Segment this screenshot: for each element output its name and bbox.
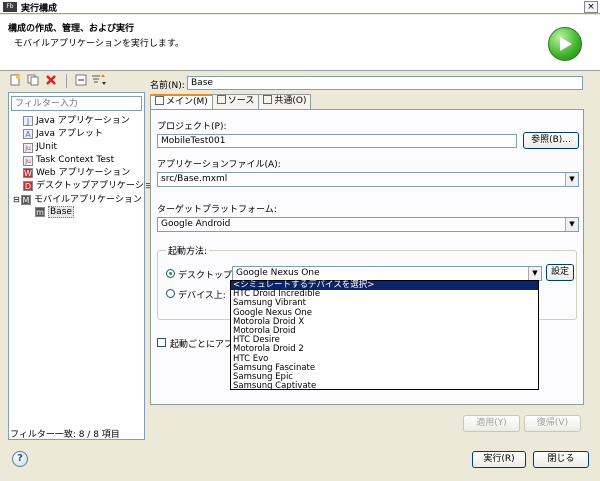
app-icon: Fb xyxy=(3,2,17,12)
java-app-icon: J xyxy=(23,116,33,126)
desktop-device-select[interactable]: Google Nexus One ▼ xyxy=(232,266,542,281)
platform-value: Google Android xyxy=(161,219,231,229)
tree-item-label: JUnit xyxy=(36,142,57,152)
app-file-label: アプリケーションファイル(A): xyxy=(157,160,281,170)
tree-item-task-context-test[interactable]: Ju Task Context Test xyxy=(13,154,162,167)
tree-item-java-app[interactable]: J Java アプリケーション xyxy=(13,115,162,128)
chevron-down-icon[interactable]: ▼ xyxy=(528,267,541,280)
main-tab-icon xyxy=(155,96,164,105)
collapse-all-icon[interactable] xyxy=(74,74,88,88)
tab-main[interactable]: メイン(M) xyxy=(150,94,213,110)
name-input[interactable]: Base xyxy=(187,76,583,90)
java-applet-icon: A xyxy=(23,129,33,139)
filter-menu-icon[interactable] xyxy=(91,74,107,88)
run-button[interactable]: 実行(R) xyxy=(472,451,526,468)
run-play-icon xyxy=(548,27,582,61)
tree-item-web-app[interactable]: W Web アプリケーション xyxy=(13,167,162,180)
project-label: プロジェクト(P): xyxy=(157,122,227,132)
browse-button[interactable]: 参照(B)... xyxy=(523,132,579,149)
tree-item-junit[interactable]: Ju JUnit xyxy=(13,141,162,154)
desktop-device-value: Google Nexus One xyxy=(236,268,320,278)
collapse-toggle-icon[interactable]: ⊟ xyxy=(13,193,21,206)
device-radio[interactable] xyxy=(166,289,175,298)
delete-config-icon[interactable] xyxy=(44,74,58,88)
device-dropdown-list: <シミュレートするデバイスを選択> HTC Droid Incredible S… xyxy=(230,280,539,391)
tree-item-label: モバイルアプリケーション xyxy=(34,195,142,205)
window-title: 実行構成 xyxy=(21,4,58,14)
duplicate-config-icon[interactable] xyxy=(26,74,40,88)
platform-label: ターゲットプラットフォーム: xyxy=(157,205,277,215)
title-bar: Fb 実行構成 × xyxy=(0,0,600,14)
tree-item-desktop-app[interactable]: D デスクトップアプリケーション xyxy=(13,180,162,193)
dropdown-option[interactable]: Samsung Captivate xyxy=(231,381,538,391)
junit-icon: Ju xyxy=(23,156,33,166)
project-input[interactable]: MobileTest001 xyxy=(157,134,517,148)
filter-status: フィルター一致: 8 / 8 項目 xyxy=(10,430,120,440)
desktop-app-icon: D xyxy=(23,181,33,191)
tab-common[interactable]: 共通(O) xyxy=(258,94,312,109)
apply-button[interactable]: 適用(Y) xyxy=(463,415,520,432)
tab-label: ソース xyxy=(227,96,255,106)
config-tabs: メイン(M) ソース 共通(O) xyxy=(150,94,312,110)
chevron-down-icon[interactable]: ▼ xyxy=(565,173,578,186)
desktop-radio[interactable] xyxy=(166,269,175,278)
filter-input[interactable] xyxy=(11,96,142,111)
name-label: 名前(N): xyxy=(150,81,185,91)
close-button[interactable]: 閉じる xyxy=(533,451,589,468)
tree-item-label: デスクトップアプリケーション xyxy=(36,181,162,191)
revert-button[interactable]: 復帰(V) xyxy=(524,415,581,432)
tab-source[interactable]: ソース xyxy=(211,94,260,109)
dropdown-option[interactable]: Motorola Droid 2 xyxy=(231,345,538,354)
tree-item-label: Task Context Test xyxy=(36,155,115,165)
header-title: 構成の作成、管理、および実行 xyxy=(8,24,135,34)
tree-item-label: Base xyxy=(48,206,74,218)
tree-item-label: Web アプリケーション xyxy=(36,168,131,178)
tab-label: メイン(M) xyxy=(166,97,208,107)
tab-label: 共通(O) xyxy=(274,96,307,106)
header-subtitle: モバイルアプリケーションを実行します。 xyxy=(14,39,184,49)
web-app-icon: W xyxy=(23,168,33,178)
help-icon[interactable]: ? xyxy=(12,451,28,467)
config-tree: J Java アプリケーション A Java アプレット Ju JUnit Ju Tas… xyxy=(13,115,162,219)
tree-item-base[interactable]: m Base xyxy=(13,206,162,219)
settings-button[interactable]: 設定 xyxy=(546,264,574,281)
app-file-select[interactable]: src/Base.mxml ▼ xyxy=(157,172,579,187)
source-tab-icon xyxy=(216,95,226,104)
tree-item-java-applet[interactable]: A Java アプレット xyxy=(13,128,162,141)
launch-method-title: 起動方法: xyxy=(166,244,210,257)
mobile-config-icon: m xyxy=(35,207,45,217)
tree-item-mobile-app[interactable]: ⊟ M モバイルアプリケーション xyxy=(13,193,162,206)
close-window-button[interactable]: × xyxy=(584,1,598,13)
junit-icon: Ju xyxy=(23,143,33,153)
config-toolbar xyxy=(8,74,107,90)
mobile-app-icon: M xyxy=(21,195,31,205)
chevron-down-icon[interactable]: ▼ xyxy=(565,218,578,231)
toolbar-separator xyxy=(65,74,67,88)
new-config-icon[interactable] xyxy=(8,74,22,88)
app-file-value: src/Base.mxml xyxy=(161,174,228,184)
platform-select[interactable]: Google Android ▼ xyxy=(157,217,579,232)
common-tab-icon xyxy=(263,95,273,104)
install-each-launch-checkbox[interactable] xyxy=(157,338,166,347)
tree-item-label: Java アプレット xyxy=(36,129,103,139)
dialog-header: 構成の作成、管理、および実行 モバイルアプリケーションを実行します。 xyxy=(0,15,600,71)
config-tree-panel: JJava アプリケーション AJava アプレット JuJUnit JuTas… xyxy=(8,92,162,440)
device-radio-label: デバイス上: xyxy=(178,291,226,301)
tree-item-label: Java アプリケーション xyxy=(36,116,130,126)
